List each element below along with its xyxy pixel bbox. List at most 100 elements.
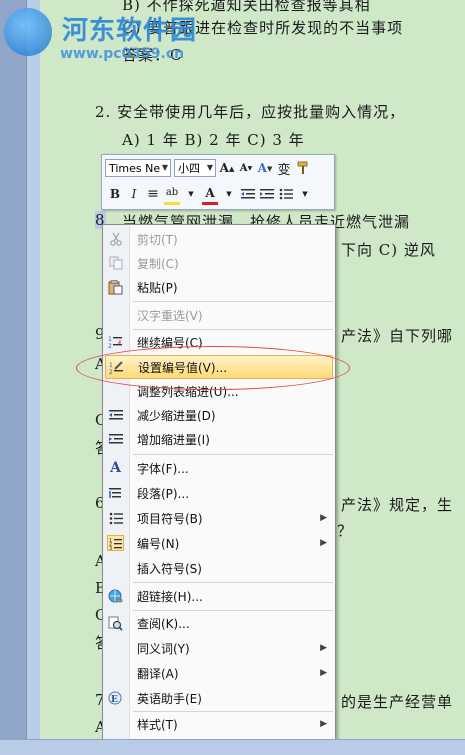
- grow-font-button[interactable]: A ▲: [219, 159, 235, 177]
- bullets-dropdown[interactable]: ▼: [297, 185, 313, 203]
- bold-button[interactable]: B: [107, 185, 123, 203]
- shrink-font-button[interactable]: A ▼: [238, 159, 254, 177]
- menu-item-reconvert[interactable]: 汉字重选(V): [103, 303, 335, 327]
- menu-label-synonyms: 同义词(Y): [137, 641, 190, 656]
- question-2-options: A) 1 年 B) 2 年 C) 3 年: [122, 131, 305, 149]
- menu-item-lookup[interactable]: 查阅(K)...: [103, 611, 335, 635]
- menu-label-reconvert: 汉字重选(V): [137, 308, 203, 323]
- submenu-arrow-icon: ▶: [320, 538, 327, 548]
- menu-item-increase-indent[interactable]: 增加缩进量(I): [103, 427, 335, 451]
- center-align-icon: ≡: [147, 186, 159, 202]
- numbering-icon: 123: [107, 535, 124, 551]
- menu-label-insert-symbol: 插入符号(S): [137, 561, 202, 576]
- set-numbering-value-icon: 12: [108, 360, 125, 376]
- menu-item-insert-symbol[interactable]: 插入符号(S): [103, 556, 335, 580]
- menu-item-numbering[interactable]: 123 编号(N) ▶: [103, 531, 335, 555]
- paste-icon: [107, 279, 124, 295]
- menu-item-styles[interactable]: 样式(T) ▶: [103, 712, 335, 736]
- submenu-arrow-icon: ▶: [320, 643, 327, 653]
- menu-item-decrease-indent[interactable]: 减少缩进量(D): [103, 403, 335, 427]
- font-size-select[interactable]: 小四 ▼: [174, 159, 216, 177]
- watermark-logo: 河东软件园 www.pc0359.cn: [4, 4, 264, 64]
- menu-item-translate[interactable]: 翻译(A) ▶: [103, 661, 335, 685]
- menu-label-hyperlink: 超链接(H)...: [137, 589, 203, 604]
- format-painter-button[interactable]: [295, 159, 311, 177]
- svg-text:1: 1: [109, 362, 113, 369]
- bullets-icon: [279, 188, 293, 200]
- bullets-button[interactable]: [278, 185, 294, 203]
- logo-title: 河东软件园: [62, 16, 198, 46]
- menu-separator: [133, 301, 333, 302]
- phonetic-guide-button[interactable]: 变: [276, 159, 292, 178]
- font-color-button[interactable]: A: [202, 184, 218, 205]
- paragraph-icon: [107, 485, 124, 501]
- highlight-dropdown[interactable]: ▼: [183, 185, 199, 203]
- grow-font-icon: A: [219, 161, 229, 175]
- center-button[interactable]: ≡: [145, 185, 161, 203]
- menu-label-translate: 翻译(A): [137, 666, 179, 681]
- mini-toolbar-row-2: B I ≡ ab ▼ A ▼ ▼: [105, 183, 313, 205]
- menu-item-bullets[interactable]: 项目符号(B) ▶: [103, 506, 335, 530]
- menu-separator: [133, 582, 333, 583]
- menu-label-paste: 粘贴(P): [137, 280, 178, 295]
- menu-item-hyperlink[interactable]: 超链接(H)...: [103, 584, 335, 608]
- menu-label-english-assistant: 英语助手(E): [137, 691, 202, 706]
- menu-item-paste[interactable]: 粘贴(P): [103, 275, 335, 299]
- menu-item-font[interactable]: A 字体(F)...: [103, 456, 335, 480]
- question-7: 的是生产经营单: [341, 693, 454, 711]
- menu-item-copy[interactable]: 复制(C): [103, 251, 335, 275]
- menu-label-adjust-list-indent: 调整列表缩进(U)...: [137, 384, 239, 399]
- font-name-value: Times Ne: [109, 161, 161, 175]
- menu-item-adjust-list-indent[interactable]: 调整列表缩进(U)...: [103, 379, 335, 403]
- bold-icon: B: [109, 187, 121, 201]
- font-name-select[interactable]: Times Ne ▼: [105, 159, 171, 177]
- menu-label-continue-numbering: 继续编号(C): [137, 335, 203, 350]
- increase-indent-icon: [260, 189, 274, 199]
- menu-label-decrease-indent: 减少缩进量(D): [137, 408, 216, 423]
- svg-text:E: E: [111, 695, 118, 705]
- styles-button[interactable]: A ▼: [257, 159, 273, 177]
- english-assistant-icon: E: [107, 690, 124, 706]
- menu-separator: [133, 454, 333, 455]
- menu-item-english-assistant[interactable]: E 英语助手(E): [103, 686, 335, 710]
- increase-indent-icon: [107, 431, 124, 447]
- font-size-value: 小四: [178, 162, 200, 175]
- context-menu: 剪切(T) 复制(C) 粘贴(P) 汉字重选(V) 12 继续编号(C) 12 …: [102, 224, 336, 741]
- chevron-down-icon: ▼: [161, 163, 168, 172]
- font-color-icon: A: [205, 185, 215, 200]
- menu-label-increase-indent: 增加缩进量(I): [137, 432, 210, 447]
- question-9: 产法》自下列哪: [341, 327, 454, 345]
- chevron-down-icon: ▼: [188, 190, 194, 198]
- svg-text:1: 1: [108, 336, 112, 343]
- chevron-down-icon: ▼: [226, 190, 232, 198]
- menu-label-font: 字体(F)...: [137, 461, 189, 476]
- decrease-indent-button[interactable]: [240, 185, 256, 203]
- menu-item-continue-numbering[interactable]: 12 继续编号(C): [103, 330, 335, 354]
- question-6-end: ？: [337, 522, 354, 540]
- mini-toolbar: Times Ne ▼ 小四 ▼ A ▲ A ▼ A ▼ 变 B I ≡ ab ▼ A …: [101, 154, 335, 210]
- increase-indent-button[interactable]: [259, 185, 275, 203]
- logo-globe-icon: [4, 8, 52, 56]
- decrease-indent-icon: [107, 407, 124, 423]
- menu-label-set-numbering-value: 设置编号值(V)...: [138, 360, 228, 375]
- menu-label-copy: 复制(C): [137, 256, 179, 271]
- svg-text:2: 2: [109, 369, 113, 375]
- menu-item-synonyms[interactable]: 同义词(Y) ▶: [103, 636, 335, 660]
- bottom-status-bar: [0, 739, 465, 755]
- menu-label-styles: 样式(T): [137, 717, 178, 732]
- menu-label-lookup: 查阅(K)...: [137, 616, 190, 631]
- menu-item-set-numbering-value[interactable]: 12 设置编号值(V)...: [105, 355, 333, 379]
- question-8-options: 下向 C) 逆风: [341, 241, 436, 259]
- italic-button[interactable]: I: [126, 185, 142, 203]
- font-icon: A: [110, 460, 121, 476]
- bullets-icon: [107, 510, 124, 526]
- font-color-dropdown[interactable]: ▼: [221, 185, 237, 203]
- logo-url: www.pc0359.cn: [60, 46, 185, 62]
- svg-text:3: 3: [109, 546, 112, 550]
- highlight-button[interactable]: ab: [164, 184, 180, 205]
- menu-item-paragraph[interactable]: 段落(P)...: [103, 481, 335, 505]
- styles-icon: A: [257, 161, 267, 175]
- menu-label-bullets: 项目符号(B): [137, 511, 203, 526]
- mini-toolbar-row-1: Times Ne ▼ 小四 ▼ A ▲ A ▼ A ▼ 变: [105, 157, 311, 179]
- menu-item-cut[interactable]: 剪切(T): [103, 227, 335, 251]
